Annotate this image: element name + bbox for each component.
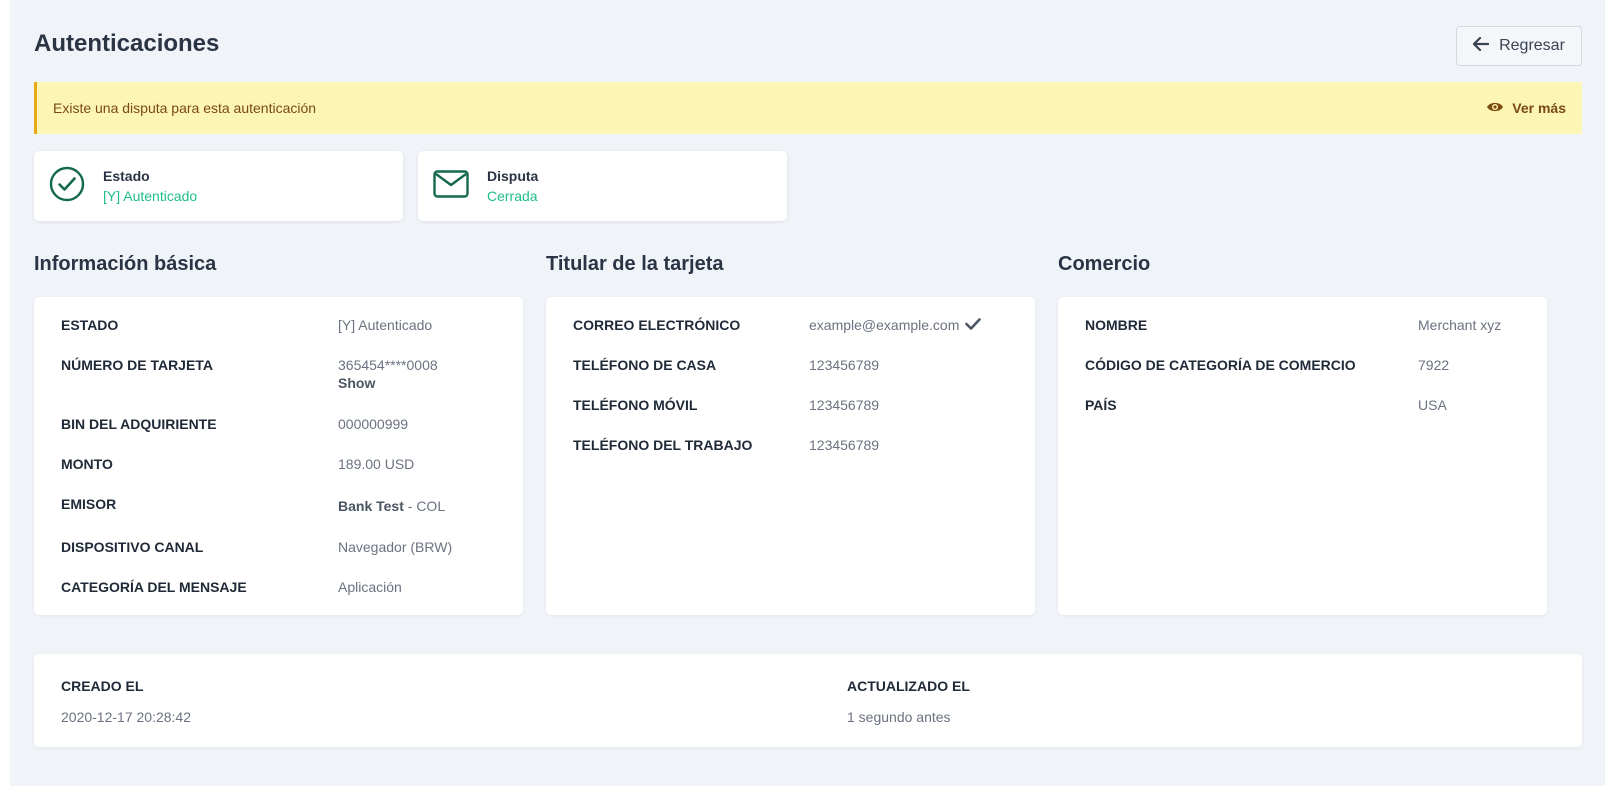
status-card-value: [Y] Autenticado	[103, 188, 198, 204]
show-card-number-link[interactable]: Show	[338, 375, 438, 391]
info-key: EMISOR	[61, 496, 117, 512]
alert-message: Existe una disputa para esta autenticaci…	[53, 100, 317, 116]
email-value: example@example.com	[809, 317, 960, 333]
timestamps-panel: CREADO EL 2020-12-17 20:28:42 ACTUALIZAD…	[34, 654, 1582, 747]
view-more-link[interactable]: Ver más	[1486, 100, 1566, 116]
info-key: MONTO	[61, 456, 113, 472]
info-key: BIN DEL ADQUIRIENTE	[61, 416, 217, 432]
envelope-icon	[433, 169, 469, 203]
status-card-disputa: Disputa Cerrada	[418, 151, 787, 221]
info-key: PAÍS	[1085, 397, 1117, 413]
check-circle-icon	[49, 166, 85, 207]
basic-info-title: Información básica	[34, 253, 217, 275]
info-value: Navegador (BRW)	[338, 539, 453, 555]
dispute-alert: Existe una disputa para esta autenticaci…	[34, 82, 1582, 134]
status-card-label: Estado	[103, 168, 150, 184]
merchant-panel: NOMBRE Merchant xyz CÓDIGO DE CATEGORÍA …	[1058, 297, 1547, 615]
check-icon	[965, 317, 982, 333]
info-key: NOMBRE	[1085, 317, 1148, 333]
info-value: Aplicación	[338, 579, 402, 595]
page: Autenticaciones Regresar Existe una disp…	[10, 0, 1605, 786]
created-label: CREADO EL	[61, 678, 144, 694]
info-key: TELÉFONO MÓVIL	[573, 397, 698, 413]
back-button-label: Regresar	[1499, 37, 1565, 54]
info-key: TELÉFONO DEL TRABAJO	[573, 437, 753, 453]
card-number-value: 365454****0008	[338, 357, 438, 373]
info-key: CATEGORÍA DEL MENSAJE	[61, 579, 247, 595]
updated-label: ACTUALIZADO EL	[847, 678, 970, 694]
issuer-name: Bank Test	[338, 498, 404, 514]
page-title: Autenticaciones	[34, 30, 220, 57]
info-key: CÓDIGO DE CATEGORÍA DE COMERCIO	[1085, 357, 1356, 373]
info-key: NÚMERO DE TARJETA	[61, 357, 213, 373]
info-value: [Y] Autenticado	[338, 317, 433, 333]
issuer-country: - COL	[403, 498, 446, 514]
info-value: 123456789	[809, 357, 880, 373]
status-card-estado: Estado [Y] Autenticado	[34, 151, 403, 221]
back-button[interactable]: Regresar	[1456, 26, 1582, 66]
eye-icon	[1486, 100, 1504, 116]
info-value: 123456789	[809, 397, 880, 413]
view-more-label: Ver más	[1512, 100, 1566, 116]
info-value: 189.00 USD	[338, 456, 415, 472]
merchant-title: Comercio	[1058, 253, 1151, 275]
basic-info-panel: ESTADO [Y] Autenticado NÚMERO DE TARJETA…	[34, 297, 523, 615]
info-value: USA	[1418, 397, 1447, 413]
created-value: 2020-12-17 20:28:42	[61, 709, 191, 725]
arrow-left-icon	[1472, 36, 1490, 56]
info-key: TELÉFONO DE CASA	[573, 357, 717, 373]
info-key: DISPOSITIVO CANAL	[61, 539, 204, 555]
cardholder-panel: CORREO ELECTRÓNICO example@example.com T…	[546, 297, 1035, 615]
info-key: CORREO ELECTRÓNICO	[573, 317, 741, 333]
info-value: 000000999	[338, 416, 409, 432]
info-key: ESTADO	[61, 317, 119, 333]
info-value: Merchant xyz	[1418, 317, 1502, 333]
info-value: 7922	[1418, 357, 1450, 373]
updated-value: 1 segundo antes	[847, 709, 951, 725]
status-card-value: Cerrada	[487, 188, 538, 204]
cardholder-title: Titular de la tarjeta	[546, 253, 724, 275]
status-card-label: Disputa	[487, 168, 539, 184]
info-value: 123456789	[809, 437, 880, 453]
